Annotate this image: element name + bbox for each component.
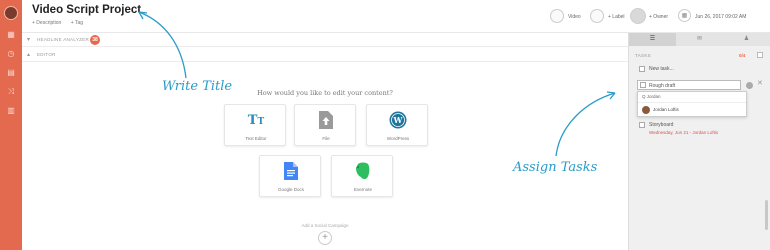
google-docs-icon <box>282 162 300 180</box>
add-campaign-button[interactable]: + <box>318 231 332 245</box>
calendar-icon[interactable]: ▦ <box>678 9 691 22</box>
owner-avatar[interactable] <box>630 8 646 24</box>
editor-prompt: How would you like to edit your content? <box>257 89 393 97</box>
option-label: WordPress <box>386 136 410 141</box>
option-label: Google Docs <box>277 187 304 192</box>
task-row[interactable]: Storyboard Wednesday, Jun 21 - Jordan Lo… <box>639 121 769 139</box>
chevron-up-icon: ▴ <box>27 52 31 58</box>
add-description-link[interactable]: + Description <box>32 20 61 26</box>
chart-icon[interactable]: ▥ <box>6 106 16 116</box>
grid-icon[interactable]: ▦ <box>6 30 16 40</box>
headline-score-badge: 38 <box>90 35 100 45</box>
assign-user-icon[interactable] <box>746 82 753 89</box>
assignee-avatar[interactable] <box>642 106 650 114</box>
tasks-tab-icon[interactable]: ☰ <box>629 33 676 46</box>
task-due-info: Wednesday, Jun 21 - Jordan Loftis <box>649 130 719 135</box>
chevron-down-icon: ▾ <box>27 37 31 43</box>
section-label: EDITOR <box>37 52 56 57</box>
tasks-header: TASKS <box>635 53 651 58</box>
wordpress-icon: W <box>389 111 407 129</box>
shuffle-icon[interactable]: ⤨ <box>6 87 16 97</box>
due-date[interactable]: Jun 26, 2017 09:02 AM <box>695 14 746 20</box>
label-toggle[interactable] <box>590 9 604 23</box>
write-title-annotation: Write Title <box>162 79 233 94</box>
page-title[interactable]: Video Script Project <box>32 4 141 16</box>
file-upload-icon <box>317 111 335 129</box>
section-label: HEADLINE ANALYZER <box>37 37 90 42</box>
new-task-input[interactable]: New task... <box>649 66 674 72</box>
task-checkbox[interactable] <box>640 82 646 88</box>
headline-analyzer-section[interactable]: ▾ HEADLINE ANALYZER 38 <box>22 33 628 47</box>
text-editor-icon: TT <box>247 112 265 128</box>
evernote-icon <box>354 162 372 180</box>
svg-text:W: W <box>393 115 404 125</box>
assignee-option[interactable]: Jordan Loftis <box>653 107 679 112</box>
task-checkbox[interactable] <box>639 66 645 72</box>
task-title[interactable]: Storyboard <box>649 122 673 128</box>
add-tag-link[interactable]: + Tag <box>71 20 83 26</box>
task-checkbox[interactable] <box>639 122 645 128</box>
google-docs-option[interactable]: Google Docs <box>259 155 321 197</box>
assign-tasks-annotation: Assign Tasks <box>513 160 598 175</box>
video-label: Video <box>568 14 581 20</box>
app-window: ▦ ◷ ▤ ⤨ ▥ Video Script Project + Descrip… <box>0 0 770 250</box>
option-label: Evernote <box>353 187 372 192</box>
task-edit-text[interactable]: Rough draft <box>649 83 675 89</box>
file-option[interactable]: File <box>294 104 356 146</box>
project-header: Video Script Project + Description + Tag… <box>22 0 770 33</box>
option-label: File <box>322 136 330 141</box>
tasks-count: 0/4 <box>739 53 746 58</box>
add-owner-link[interactable]: + Owner <box>649 14 668 20</box>
trash-icon[interactable]: ▤ <box>6 68 16 78</box>
right-panel: ☰ ✉ ♟ TASKS 0/4 New task... Rough draft … <box>628 33 770 250</box>
tasks-menu-icon[interactable] <box>757 52 763 58</box>
scrollbar[interactable] <box>765 200 768 230</box>
editor-section[interactable]: ▴ EDITOR <box>22 48 628 62</box>
add-social-campaign-label: Add a Social Campaign <box>301 223 349 228</box>
divider <box>638 102 746 103</box>
comments-tab-icon[interactable]: ✉ <box>676 33 723 46</box>
evernote-option[interactable]: Evernote <box>331 155 393 197</box>
editor-area: How would you like to edit your content?… <box>22 62 628 250</box>
left-rail: ▦ ◷ ▤ ⤨ ▥ <box>0 0 22 250</box>
people-tab-icon[interactable]: ♟ <box>723 33 770 46</box>
wordpress-option[interactable]: W WordPress <box>366 104 428 146</box>
close-icon[interactable]: ✕ <box>757 79 763 87</box>
add-label-link[interactable]: + Label <box>608 14 625 20</box>
clock-icon[interactable]: ◷ <box>6 49 16 59</box>
video-toggle[interactable] <box>550 9 564 23</box>
task-edit-input[interactable]: Rough draft <box>637 80 741 90</box>
assignee-dropdown: Q Jordan Jordan Loftis <box>637 91 747 117</box>
option-label: Text Editor <box>245 136 267 141</box>
assignee-search-input[interactable]: Q Jordan <box>642 94 661 99</box>
new-task-row[interactable]: New task... <box>639 65 759 75</box>
user-avatar[interactable] <box>4 6 18 20</box>
panel-tabs: ☰ ✉ ♟ <box>629 33 770 46</box>
text-editor-option[interactable]: TT Text Editor <box>224 104 286 146</box>
